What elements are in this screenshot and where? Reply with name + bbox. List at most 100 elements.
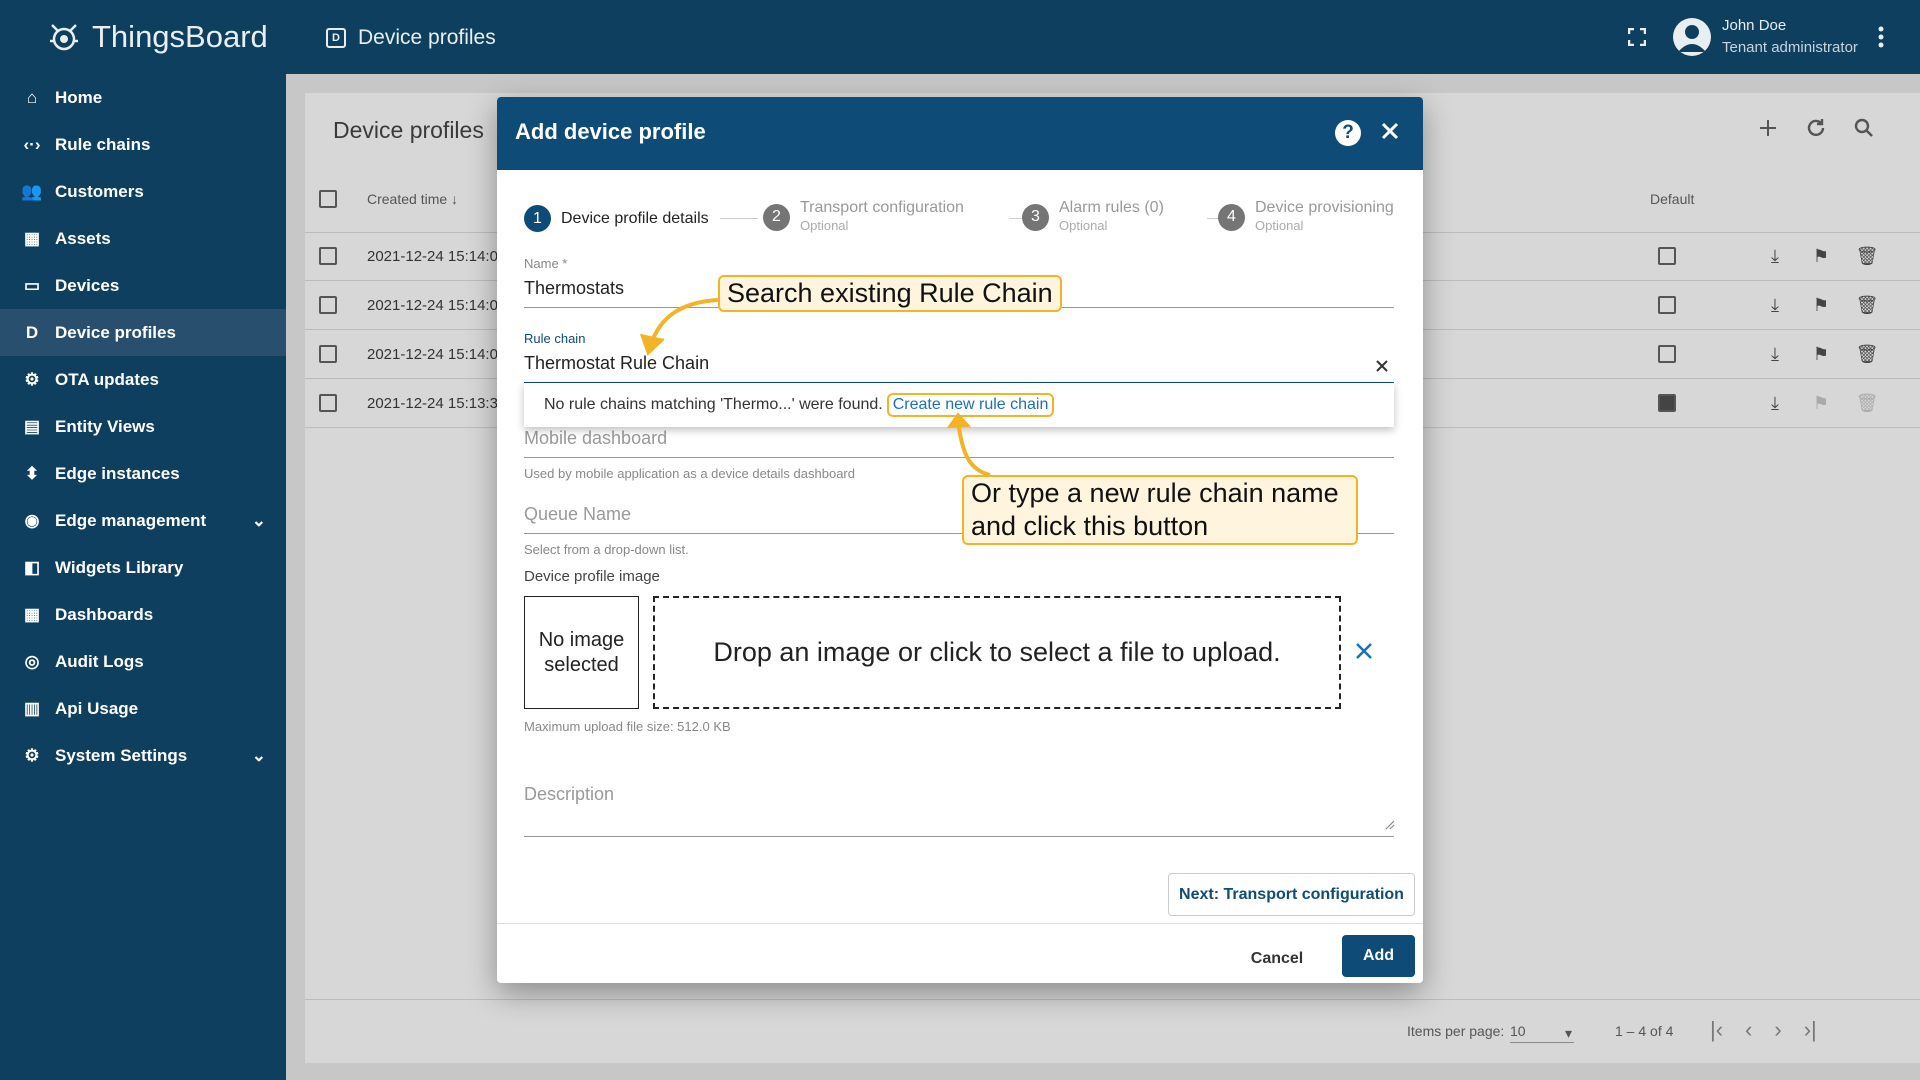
create-rule-chain-link[interactable]: Create new rule chain [886, 393, 1055, 417]
sidebar-item-customers[interactable]: 👥 Customers [0, 168, 286, 215]
default-checkbox [1658, 394, 1676, 412]
delete-icon[interactable]: 🗑 [1855, 342, 1879, 366]
step-sub: Optional [1059, 218, 1108, 233]
sidebar-item-edge-instances[interactable]: ⬍ Edge instances [0, 450, 286, 497]
sidebar-item-assets[interactable]: ▦ Assets [0, 215, 286, 262]
flag-icon[interactable]: ⚑ [1809, 293, 1833, 317]
download-icon[interactable]: ⤓ [1763, 391, 1787, 415]
step-1[interactable]: 1 Device profile details [524, 205, 709, 232]
row-select-checkbox[interactable] [319, 296, 337, 314]
col-created-label: Created time [367, 191, 448, 207]
sidebar-item-devices[interactable]: ▭ Devices [0, 262, 286, 309]
drop-zone-text: Drop an image or click to select a file … [713, 637, 1281, 667]
sidebar-item-ota-updates[interactable]: ⚙ OTA updates [0, 356, 286, 403]
flag-icon[interactable]: ⚑ [1809, 244, 1833, 268]
sidebar-item-rule-chains[interactable]: ‹·› Rule chains [0, 121, 286, 168]
row-select-checkbox[interactable] [319, 247, 337, 265]
logo-icon [50, 24, 78, 51]
logo[interactable]: ThingsBoard [0, 0, 286, 74]
cancel-button[interactable]: Cancel [1237, 939, 1317, 979]
image-drop-zone[interactable]: Drop an image or click to select a file … [653, 596, 1341, 709]
queue-name-select[interactable]: Queue Name [524, 504, 631, 525]
sidebar-item-label: Dashboards [55, 604, 154, 624]
download-icon[interactable]: ⤓ [1763, 244, 1787, 268]
description-underline [524, 836, 1394, 837]
clear-icon[interactable] [1375, 359, 1389, 373]
device-profiles-icon: D [25, 322, 39, 342]
delete-icon[interactable]: 🗑 [1855, 293, 1879, 317]
step-number: 4 [1218, 203, 1245, 231]
step-label: Device profile details [561, 209, 709, 227]
next-page-icon[interactable]: › [1774, 1017, 1781, 1043]
description-textarea[interactable]: Description [524, 784, 614, 805]
audit-logs-icon: ◎ [24, 651, 40, 671]
first-page-icon[interactable]: |‹ [1710, 1017, 1723, 1043]
sidebar-item-system-settings[interactable]: ⚙ System Settings ⌄ [0, 732, 286, 779]
last-page-icon[interactable]: ›| [1804, 1017, 1817, 1043]
home-icon: ⌂ [26, 87, 38, 107]
search-icon[interactable] [1852, 116, 1876, 140]
items-per-page-select[interactable]: 10 ▾ [1510, 1023, 1574, 1043]
user-role: Tenant administrator [1722, 39, 1858, 56]
more-vert-icon[interactable] [1878, 26, 1884, 48]
settings-icon: ⚙ [24, 745, 40, 765]
rule-chain-input[interactable]: Thermostat Rule Chain [524, 353, 709, 374]
resize-handle-icon[interactable] [1385, 820, 1395, 830]
delete-icon[interactable]: 🗑 [1855, 391, 1879, 415]
download-icon[interactable]: ⤓ [1763, 293, 1787, 317]
flag-icon[interactable]: ⚑ [1809, 391, 1833, 415]
sidebar-item-label: Entity Views [55, 416, 155, 436]
fullscreen-icon[interactable] [1628, 28, 1646, 46]
no-image-text: No image selected [538, 628, 625, 676]
edge-icon: ⬍ [24, 463, 40, 483]
footer-divider [497, 923, 1423, 924]
sidebar-item-edge-management[interactable]: ◉ Edge management ⌄ [0, 497, 286, 544]
sidebar-item-widgets-library[interactable]: ◧ Widgets Library [0, 544, 286, 591]
add-icon[interactable] [1756, 116, 1780, 140]
prev-page-icon[interactable]: ‹ [1745, 1017, 1752, 1043]
delete-icon[interactable]: 🗑 [1855, 244, 1879, 268]
avatar[interactable] [1673, 18, 1711, 56]
sidebar-item-label: Home [55, 87, 103, 107]
device-profile-icon: D [326, 28, 346, 48]
next-step-button[interactable]: Next: Transport configuration [1168, 873, 1415, 916]
remove-image-icon[interactable] [1354, 641, 1374, 661]
widgets-icon: ◧ [23, 557, 41, 577]
sidebar-item-home[interactable]: ⌂ Home [0, 74, 286, 121]
close-icon[interactable] [1379, 120, 1401, 142]
download-icon[interactable]: ⤓ [1763, 342, 1787, 366]
row-created-time: 2021-12-24 15:14:0 [367, 248, 498, 265]
col-created-time[interactable]: Created time ↓ [367, 191, 458, 207]
user-name[interactable]: John Doe [1722, 17, 1786, 34]
max-upload-size: Maximum upload file size: 512.0 KB [524, 719, 731, 734]
row-select-checkbox[interactable] [319, 345, 337, 363]
step-4[interactable]: 4 Device provisioning Optional [1218, 199, 1394, 235]
step-2[interactable]: 2 Transport configuration Optional [763, 199, 964, 235]
sidebar-item-api-usage[interactable]: ▥ Api Usage [0, 685, 286, 732]
mobile-dashboard-select[interactable]: Mobile dashboard [524, 428, 667, 449]
select-all-checkbox[interactable] [319, 190, 337, 208]
callout-create: Or type a new rule chain name and click … [962, 475, 1358, 545]
step-3[interactable]: 3 Alarm rules (0) Optional [1022, 199, 1164, 235]
sidebar-item-audit-logs[interactable]: ◎ Audit Logs [0, 638, 286, 685]
flag-icon[interactable]: ⚑ [1809, 342, 1833, 366]
sidebar-item-dashboards[interactable]: ▦ Dashboards [0, 591, 286, 638]
nav-list: ⌂ Home ‹·› Rule chains 👥 Customers ▦ Assets ▭ Dev… [0, 74, 286, 779]
sidebar-item-label: Api Usage [55, 698, 139, 718]
default-checkbox [1658, 345, 1676, 363]
step-sub: Optional [1255, 218, 1304, 233]
help-icon[interactable]: ? [1335, 120, 1361, 146]
entity-views-icon: ▤ [23, 416, 41, 436]
name-input[interactable]: Thermostats [524, 278, 624, 299]
sidebar-item-entity-views[interactable]: ▤ Entity Views [0, 403, 286, 450]
refresh-icon[interactable] [1804, 116, 1828, 140]
row-select-checkbox[interactable] [319, 394, 337, 412]
pagination: |‹ ‹ › ›| [1710, 1017, 1817, 1043]
default-checkbox [1658, 296, 1676, 314]
add-button[interactable]: Add [1342, 935, 1415, 977]
sidebar-item-label: Rule chains [55, 134, 151, 154]
edge-management-icon: ◉ [24, 510, 40, 530]
table-title: Device profiles [333, 117, 484, 143]
sidebar-item-device-profiles[interactable]: D Device profiles [0, 309, 286, 356]
dropdown-arrow-icon: ▾ [1564, 1025, 1572, 1041]
